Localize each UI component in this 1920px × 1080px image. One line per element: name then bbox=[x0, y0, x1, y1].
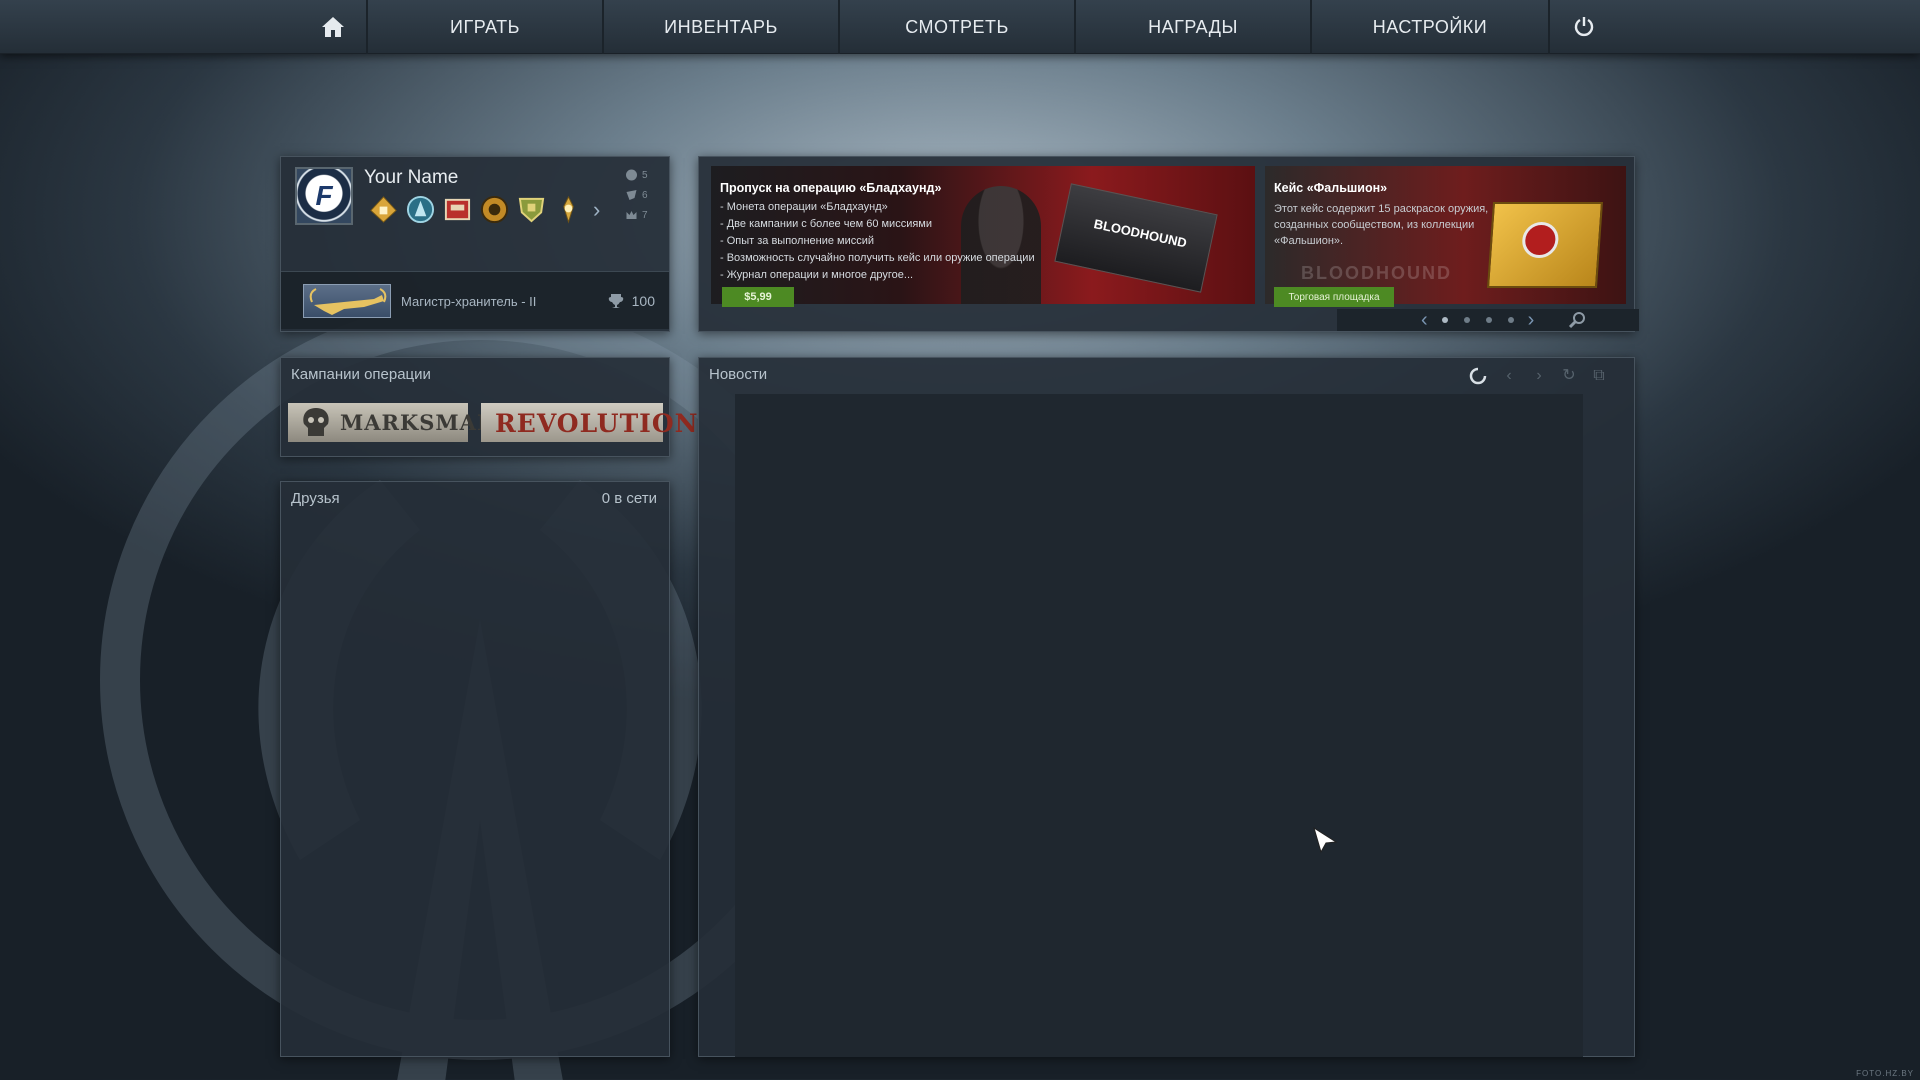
campaign-marksman[interactable]: MARKSMAN bbox=[288, 403, 496, 442]
stat-friendly: 5 bbox=[625, 169, 648, 181]
chevron-right-icon[interactable]: › bbox=[593, 197, 600, 223]
campaigns-panel: Кампании операции MARKSMAN REVOLUTION bbox=[280, 357, 698, 457]
nav-play[interactable]: ИГРАТЬ bbox=[368, 0, 604, 54]
operation-pass-slide[interactable]: BLOODHOUND Пропуск на операцию «Бладхаун… bbox=[711, 166, 1255, 304]
slide-line: - Две кампании с более чем 60 миссиями bbox=[720, 218, 933, 230]
home-icon bbox=[321, 16, 345, 38]
medal-icon[interactable] bbox=[369, 195, 398, 224]
carousel-dot[interactable] bbox=[1507, 317, 1514, 323]
store-carousel: BLOODHOUND Пропуск на операцию «Бладхаун… bbox=[698, 156, 1639, 332]
nav-inventory[interactable]: ИНВЕНТАРЬ bbox=[604, 0, 840, 54]
profile-stats: 5 6 7 bbox=[625, 169, 648, 221]
carousel-dot[interactable] bbox=[1441, 317, 1448, 323]
stat-teacher: 6 bbox=[625, 189, 648, 201]
news-title: Новости bbox=[709, 366, 768, 383]
stat-leader: 7 bbox=[625, 209, 648, 221]
bloodhound-watermark: BLOODHOUND bbox=[1301, 263, 1452, 283]
medal-icon[interactable] bbox=[554, 195, 583, 224]
news-panel: Новости ‹ › ↻ ⧉ bbox=[698, 357, 1635, 1057]
slide-line: - Опыт за выполнение миссий bbox=[720, 235, 875, 247]
friends-online-count: 0 в сети bbox=[601, 490, 657, 507]
slide-line: - Монета операции «Бладхаунд» bbox=[720, 201, 888, 213]
rank-label: Магистр-хранитель - II bbox=[401, 294, 537, 309]
carousel-dot[interactable] bbox=[1485, 317, 1492, 323]
slide-title: Пропуск на операцию «Бладхаунд» bbox=[720, 181, 942, 195]
avatar[interactable]: F bbox=[295, 167, 353, 225]
news-toolbar: ‹ › ↻ ⧉ bbox=[1468, 366, 1608, 386]
slide-title: Кейс «Фальшион» bbox=[1274, 181, 1388, 195]
friends-panel: Друзья 0 в сети bbox=[280, 481, 670, 1057]
carousel-controls: ‹ › bbox=[1337, 309, 1639, 331]
refresh-icon[interactable]: ↻ bbox=[1560, 367, 1578, 385]
crown-icon bbox=[626, 211, 637, 219]
medal-icon[interactable] bbox=[406, 195, 435, 224]
profile-panel: F Your Name › 5 6 7 Магистр-хранитель - … bbox=[280, 156, 670, 332]
top-navigation: ИГРАТЬ ИНВЕНТАРЬ СМОТРЕТЬ НАГРАДЫ НАСТРО… bbox=[0, 0, 1920, 54]
campaigns-title: Кампании операции bbox=[291, 366, 431, 383]
slide-line: - Журнал операции и многое другое... bbox=[720, 269, 914, 281]
medal-row: › bbox=[369, 195, 600, 224]
pass-ticket-art: BLOODHOUND bbox=[1054, 183, 1218, 293]
trophy-icon bbox=[608, 294, 623, 308]
case-emblem-icon bbox=[1521, 222, 1560, 258]
forward-icon[interactable]: › bbox=[1530, 367, 1548, 385]
watermark: FOTO.HZ.BY bbox=[1856, 1069, 1914, 1078]
rank-emblem-icon[interactable] bbox=[303, 284, 391, 318]
friends-title: Друзья bbox=[291, 490, 340, 507]
skull-icon bbox=[303, 408, 329, 436]
medal-icon[interactable] bbox=[443, 195, 472, 224]
buy-pass-button[interactable]: $5,99 bbox=[722, 287, 794, 307]
loading-spinner-icon bbox=[1469, 367, 1487, 385]
medal-icon[interactable] bbox=[517, 195, 546, 224]
power-button[interactable] bbox=[1550, 0, 1618, 54]
nav-settings[interactable]: НАСТРОЙКИ bbox=[1312, 0, 1550, 54]
external-link-icon[interactable]: ⧉ bbox=[1590, 367, 1608, 385]
chevron-left-icon[interactable]: ‹ bbox=[1421, 310, 1428, 330]
power-icon bbox=[1573, 16, 1595, 38]
home-button[interactable] bbox=[300, 0, 368, 54]
market-button[interactable]: Торговая площадка bbox=[1274, 287, 1394, 307]
mouse-cursor-icon bbox=[1313, 826, 1338, 854]
falchion-case-slide[interactable]: BLOODHOUND Кейс «Фальшион» Этот кейс сод… bbox=[1265, 166, 1626, 304]
profile-name[interactable]: Your Name bbox=[364, 167, 458, 189]
rank-bar: Магистр-хранитель - II 100 bbox=[281, 271, 669, 329]
slide-line: - Возможность случайно получить кейс или… bbox=[720, 252, 1035, 264]
search-icon[interactable] bbox=[1568, 311, 1586, 329]
case-art bbox=[1486, 202, 1604, 288]
nav-watch[interactable]: СМОТРЕТЬ bbox=[840, 0, 1076, 54]
back-icon[interactable]: ‹ bbox=[1500, 367, 1518, 385]
medal-icon[interactable] bbox=[480, 195, 509, 224]
soldier-art bbox=[961, 186, 1041, 304]
rank-points: 100 bbox=[608, 293, 655, 309]
campaign-revolution[interactable]: REVOLUTION bbox=[481, 403, 698, 442]
teacher-icon bbox=[626, 190, 637, 200]
smiley-icon bbox=[626, 169, 637, 181]
news-content[interactable] bbox=[735, 394, 1583, 1057]
carousel-dot[interactable] bbox=[1463, 317, 1470, 323]
slide-description: Этот кейс содержит 15 раскрасок оружия, … bbox=[1274, 203, 1489, 247]
chevron-right-icon[interactable]: › bbox=[1528, 310, 1535, 330]
nav-awards[interactable]: НАГРАДЫ bbox=[1076, 0, 1312, 54]
